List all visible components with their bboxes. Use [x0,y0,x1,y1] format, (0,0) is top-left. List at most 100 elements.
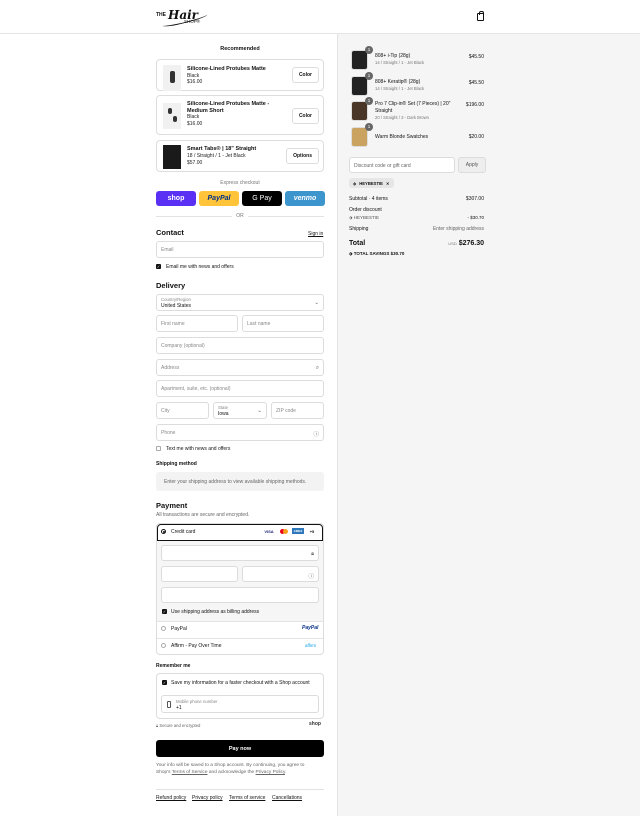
legal-mid: and acknowledge the [208,770,255,775]
help-icon[interactable]: ⓘ [308,572,314,580]
phone-placeholder: Phone [161,430,176,436]
color-button[interactable]: Color [291,67,319,83]
recommended-item: Silicone-Lined Protubes Matte - Medium S… [156,95,324,135]
shipping-method-notice: Enter your shipping address to view avai… [156,472,324,491]
logo-the: THE [156,12,166,18]
recommended-item: Smart Tabs® | 18" Straight 18 / Straight… [156,140,324,172]
order-discount-label: Order discount [349,207,382,213]
help-icon[interactable]: ⓘ [313,430,319,438]
zip-field[interactable]: ZIP code [271,402,324,419]
subtotal-row: Subtotal · 4 items $307.00 [349,196,484,202]
or-divider: OR [156,213,324,219]
close-icon[interactable]: ✕ [386,181,390,186]
store-logo[interactable]: THE Hair SHOP® [156,7,209,29]
state-select[interactable]: State Iowa ⌄ [213,402,267,419]
total-value: $276.30 [458,240,484,247]
product-price: $16.00 [187,79,203,85]
affirm-option-label[interactable]: Affirm - Pay Over Time [171,643,221,649]
billing-address-checkbox[interactable]: ✓ [162,609,167,614]
subtotal-label: Subtotal · 4 items [349,196,388,202]
email-field[interactable]: Email [156,241,324,258]
apply-button[interactable]: Apply [458,157,486,173]
last-name-field[interactable]: Last name [242,315,324,332]
card-number-field[interactable]: 🔒︎ [161,545,319,561]
affirm-logo: affirm [305,643,317,648]
terms-of-service-footer-link[interactable]: Terms of service [229,795,265,801]
apartment-field[interactable]: Apartment, suite, etc. (optional) [156,380,324,397]
paypal-button[interactable]: PayPal [199,191,239,206]
first-name-field[interactable]: First name [156,315,238,332]
product-price: $16.00 [187,121,203,127]
credit-card-radio[interactable] [161,529,166,534]
affirm-radio[interactable] [161,643,166,648]
order-item-variant: 14 / Straight / 1 - Jet Black [375,60,425,65]
logo-shop: SHOP® [184,19,201,24]
order-summary-panel [337,34,640,816]
sign-in-link[interactable]: Sign in [308,231,323,237]
discount-code-row: ⬗ HEYBESTIE - $30.70 [349,215,484,221]
expiration-date-field[interactable] [161,566,238,582]
privacy-policy-link[interactable]: Privacy Policy [256,770,286,775]
paypal-radio[interactable] [161,626,166,631]
order-item-price: $20.00 [468,134,484,140]
quantity-badge: 1 [365,97,373,105]
footer-divider [156,789,324,790]
header: THE Hair SHOP® [0,0,640,34]
refund-policy-link[interactable]: Refund policy [156,795,186,801]
paypal-option-label[interactable]: PayPal [171,626,187,632]
recommended-title: Recommended [220,46,260,52]
shopping-bag-icon[interactable] [477,11,484,21]
shop-pay-button[interactable]: shop [156,191,196,206]
discount-code-field[interactable]: Discount code or gift card [349,157,455,173]
first-name-placeholder: First name [161,321,185,327]
zip-placeholder: ZIP code [276,408,296,414]
city-field[interactable]: City [156,402,209,419]
contact-title: Contact [156,228,184,237]
payment-subtitle: All transactions are secure and encrypte… [156,512,250,518]
options-button[interactable]: Options [286,148,319,164]
order-item-name: 808+ i-Tip (28g) [375,53,411,59]
order-item-variant: 14 / Straight / 1 - Jet Black [375,86,425,91]
shipping-method-title: Shipping method [156,461,197,467]
phone-field[interactable]: Phone ⓘ [156,424,324,441]
product-image [163,145,181,169]
chevron-down-icon: ⌄ [257,408,262,414]
color-button[interactable]: Color [291,108,319,124]
country-select[interactable]: Country/Region United States ⌄ [156,294,324,311]
mobile-phone-field[interactable]: Mobile phone number +1 [161,695,319,713]
discount-tag-code: HEYBESTIE [359,180,383,186]
amex-icon: AMEX [292,528,304,534]
venmo-button[interactable]: venmo [285,191,325,206]
address-field[interactable]: Address ⌕ [156,359,324,376]
express-checkout-label: Express checkout [220,180,260,186]
divider [157,638,323,639]
divider [157,621,323,622]
legal-line1: Your info will be saved to a Shop accoun… [156,763,305,768]
google-pay-button[interactable]: G Pay [242,191,282,206]
email-placeholder: Email [161,247,174,253]
company-field[interactable]: Company (optional) [156,337,324,354]
name-on-card-field[interactable] [161,587,319,603]
shipping-label: Shipping [349,226,369,232]
remember-me-title: Remember me [156,663,191,669]
order-item-variant: 20 / Straight / 3 - Dark Brown [375,115,429,120]
text-news-checkbox[interactable] [156,446,161,451]
terms-of-service-link[interactable]: Terms of Service [172,770,208,775]
security-code-field[interactable]: ⓘ [242,566,319,582]
quantity-badge: 1 [365,72,373,80]
product-name: Silicone-Lined Protubes Matte - Medium S… [187,101,270,114]
city-placeholder: City [161,408,170,414]
cancellations-link[interactable]: Cancellations [272,795,302,801]
country-value: United States [161,303,192,309]
email-news-checkbox[interactable]: ✓ [156,264,161,269]
pay-now-button[interactable]: Pay now [156,740,324,757]
save-info-checkbox[interactable]: ✓ [162,680,167,685]
state-label: State [218,405,229,410]
chevron-down-icon: ⌄ [314,300,319,306]
subtotal-value: $307.00 [465,196,484,202]
text-news-label: Text me with news and offers [166,446,231,452]
total-savings-value: $30.70 [390,251,405,256]
total-row: Total USD $276.30 [349,240,484,247]
currency-code: USD [448,241,457,246]
privacy-policy-footer-link[interactable]: Privacy policy [192,795,223,801]
